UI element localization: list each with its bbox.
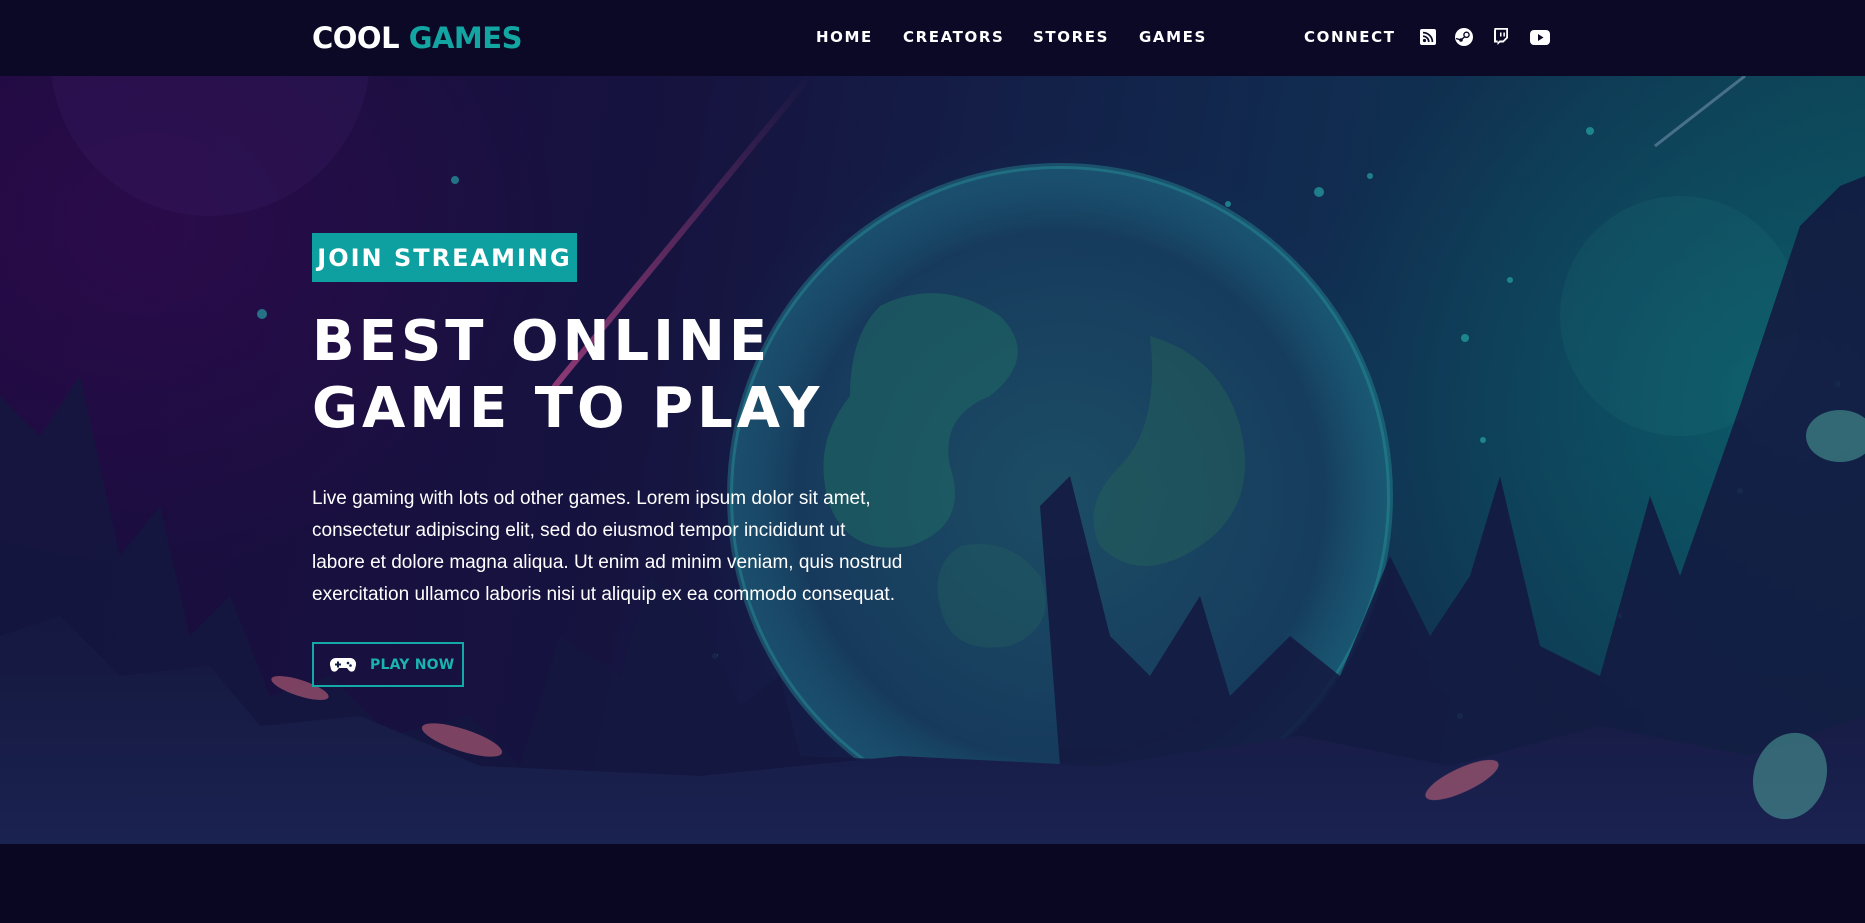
logo-word-cool: COOL bbox=[312, 21, 400, 55]
nav-link-stores[interactable]: STORES bbox=[1033, 28, 1109, 46]
hero-section: JOIN STREAMING BEST ONLINE GAME TO PLAY … bbox=[0, 76, 1865, 844]
hero-description-line-2: consectetur adipiscing elit, sed do eius… bbox=[312, 520, 846, 541]
twitch-icon[interactable] bbox=[1490, 26, 1512, 48]
nav-link-games[interactable]: GAMES bbox=[1139, 28, 1207, 46]
nav-link-creators[interactable]: CREATORS bbox=[903, 28, 1004, 46]
hero-description-line-3: labore et dolore magna aliqua. Ut enim a… bbox=[312, 552, 903, 573]
rss-icon[interactable] bbox=[1417, 26, 1439, 48]
connect-link[interactable]: CONNECT bbox=[1304, 28, 1396, 46]
gamepad-icon bbox=[330, 657, 356, 673]
youtube-icon[interactable] bbox=[1529, 26, 1551, 48]
hero-headline-line-2: GAME TO PLAY bbox=[312, 376, 824, 441]
top-navbar: COOL GAMES HOME CREATORS STORES GAMES CO… bbox=[0, 0, 1865, 76]
play-now-label: PLAY NOW bbox=[370, 656, 455, 673]
logo-word-games: GAMES bbox=[408, 21, 523, 55]
page: COOL GAMES HOME CREATORS STORES GAMES CO… bbox=[0, 0, 1865, 923]
hero-background-illustration bbox=[0, 76, 1865, 844]
hero-description-line-4: exercitation ullamco laboris nisi ut ali… bbox=[312, 584, 895, 605]
play-now-button[interactable]: PLAY NOW bbox=[312, 642, 464, 687]
nav-link-home[interactable]: HOME bbox=[816, 28, 873, 46]
hero-description-line-1: Live gaming with lots od other games. Lo… bbox=[312, 488, 871, 509]
hero-headline: BEST ONLINE GAME TO PLAY bbox=[312, 308, 1012, 442]
site-logo[interactable]: COOL GAMES bbox=[312, 20, 523, 56]
steam-icon[interactable] bbox=[1453, 26, 1475, 48]
page-bottom-band bbox=[0, 844, 1865, 923]
hero-headline-line-1: BEST ONLINE bbox=[312, 309, 772, 374]
hero-description: Live gaming with lots od other games. Lo… bbox=[312, 483, 932, 611]
join-streaming-badge: JOIN STREAMING bbox=[312, 233, 577, 282]
